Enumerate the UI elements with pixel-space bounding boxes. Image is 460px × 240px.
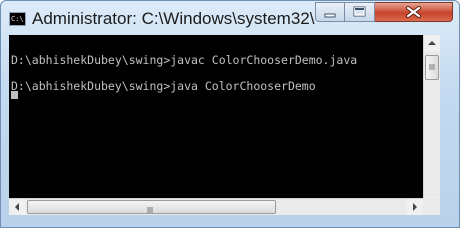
vertical-scroll-thumb[interactable] (425, 55, 439, 80)
arrow-up-icon (428, 41, 436, 45)
maximize-button[interactable] (345, 2, 375, 22)
close-button[interactable] (375, 2, 453, 22)
horizontal-scroll-thumb[interactable] (27, 200, 276, 214)
title-bar[interactable]: C:\ Administrator: C:\Windows\system32\c… (1, 1, 459, 36)
vertical-scrollbar[interactable] (423, 35, 440, 214)
scroll-left-button[interactable] (9, 199, 26, 215)
grip-icon (147, 207, 153, 213)
text-cursor (11, 91, 18, 99)
console-output[interactable]: D:\abhishekDubey\swing>javac ColorChoose… (9, 35, 423, 214)
close-icon (406, 6, 421, 18)
scrollbar-corner (423, 198, 440, 215)
window-title: Administrator: C:\Windows\system32\c... (32, 9, 315, 28)
minimize-button[interactable] (315, 2, 345, 22)
console-line: D:\abhishekDubey\swing>java ColorChooser… (11, 79, 316, 93)
maximize-icon (353, 6, 366, 17)
grip-icon (429, 64, 435, 70)
minimize-icon (324, 13, 336, 18)
scroll-up-button[interactable] (424, 35, 440, 52)
console-window: C:\ Administrator: C:\Windows\system32\c… (0, 0, 460, 228)
horizontal-scrollbar[interactable] (9, 198, 423, 215)
arrow-left-icon (15, 203, 19, 211)
arrow-right-icon (413, 203, 417, 211)
scroll-right-button[interactable] (406, 199, 423, 215)
console-line: D:\abhishekDubey\swing>javac ColorChoose… (11, 53, 358, 67)
command-prompt-icon[interactable]: C:\ (9, 12, 26, 26)
